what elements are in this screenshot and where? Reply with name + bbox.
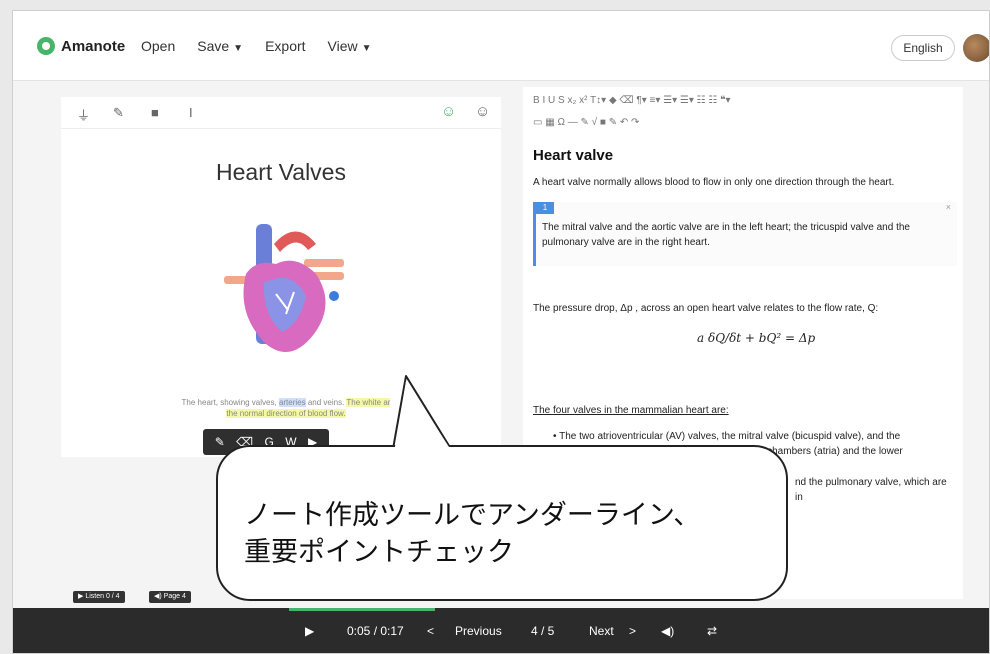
- formatting-toolbar-row2[interactable]: ▭ ▦ Ω — ✎ √ ■ ✎ ↶ ↷: [533, 117, 639, 128]
- playback-time: 0:05 / 0:17: [347, 624, 404, 638]
- top-navbar: Amanote Open Save ▼ Export View ▼ English: [13, 11, 989, 81]
- menu-open[interactable]: Open: [141, 38, 175, 54]
- menu-export[interactable]: Export: [265, 38, 305, 54]
- note-number-badge: 1: [536, 202, 554, 214]
- progress-bar[interactable]: [289, 608, 435, 611]
- pdf-page[interactable]: Heart Valves The heart, showing valves, …: [61, 129, 501, 457]
- chevron-down-icon: ▼: [361, 43, 372, 54]
- valves-section-title: The four valves in the mammalian heart a…: [533, 405, 729, 416]
- formatting-toolbar-row1[interactable]: B I U S x₂ x² T↕▾ ◆ ⌫ ¶▾ ≡▾ ☰▾ ☰▾ ☷ ☷ ❝▾: [533, 95, 731, 106]
- annotation-toolbar: ⏚ ✎ ■ I ☺ ☺: [61, 97, 501, 129]
- note-card[interactable]: 1 × The mitral valve and the aortic valv…: [533, 202, 957, 266]
- pencil-icon[interactable]: ✎: [215, 435, 225, 449]
- next-button[interactable]: Next: [589, 624, 614, 638]
- close-icon[interactable]: ×: [946, 202, 951, 212]
- chevron-down-icon: ▼: [233, 43, 244, 54]
- note-card-text: The mitral valve and the aortic valve ar…: [542, 222, 910, 248]
- heart-diagram-image: [224, 224, 344, 352]
- slide-title: Heart Valves: [216, 159, 346, 185]
- bullet-line-1: • The two atrioventricular (AV) valves, …: [553, 431, 901, 442]
- chevron-left-icon[interactable]: <: [427, 624, 434, 638]
- callout-bubble: ノート作成ツールでアンダーライン、 重要ポイントチェック: [216, 445, 788, 601]
- math-formula: a δQ/δt + bQ² = Δp: [697, 331, 816, 345]
- app-window: Amanote Open Save ▼ Export View ▼ English …: [12, 10, 990, 654]
- chevron-right-icon[interactable]: >: [629, 624, 636, 638]
- previous-button[interactable]: Previous: [455, 624, 502, 638]
- play-icon[interactable]: ▶: [305, 624, 314, 638]
- user-avatar[interactable]: [963, 34, 989, 62]
- amanote-logo-icon: [37, 37, 55, 55]
- volume-icon[interactable]: ◀): [661, 624, 674, 638]
- swap-icon[interactable]: ⇄: [707, 624, 717, 638]
- page-counter: 4 / 5: [531, 624, 555, 638]
- brand-name: Amanote: [61, 38, 126, 55]
- note-heading: Heart valve: [533, 147, 614, 164]
- menu-view[interactable]: View ▼: [328, 38, 372, 54]
- pressure-paragraph: The pressure drop, Δp , across an open h…: [533, 303, 879, 314]
- page-audio-button[interactable]: ◀) Page 4: [149, 591, 191, 603]
- highlighter-icon[interactable]: ■: [151, 105, 159, 120]
- main-menu: Open Save ▼ Export View ▼: [141, 38, 394, 54]
- menu-save[interactable]: Save ▼: [197, 38, 243, 54]
- smile-green-icon[interactable]: ☺: [441, 103, 456, 120]
- pin-icon[interactable]: ⏚: [77, 105, 90, 124]
- pencil-icon[interactable]: ✎: [113, 105, 124, 121]
- smile-icon[interactable]: ☺: [475, 103, 490, 120]
- bullet-line-3: nd the pulmonary valve, which are in: [795, 477, 947, 503]
- callout-text: ノート作成ツールでアンダーライン、 重要ポイントチェック: [244, 500, 701, 568]
- note-intro: A heart valve normally allows blood to f…: [533, 177, 895, 188]
- text-cursor-icon[interactable]: I: [189, 105, 193, 120]
- listen-button[interactable]: ▶ Listen 0 / 4: [73, 591, 125, 603]
- figure-caption[interactable]: The heart, showing valves, arteries and …: [141, 397, 431, 419]
- language-button[interactable]: English: [891, 35, 955, 61]
